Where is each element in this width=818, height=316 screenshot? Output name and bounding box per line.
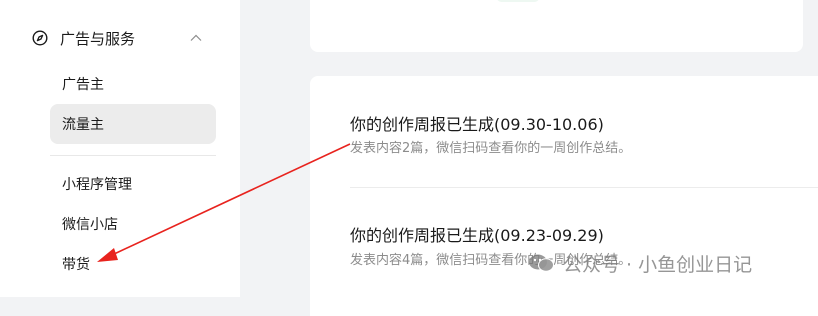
sidebar-item-sell-goods[interactable]: 带货	[50, 244, 216, 284]
wechat-logo-icon	[529, 254, 554, 272]
sidebar-item-advertiser[interactable]: 广告主	[50, 64, 216, 104]
report-title[interactable]: 你的创作周报已生成(09.30-10.06)	[350, 111, 604, 135]
sidebar-divider	[50, 155, 216, 156]
watermark-text: 公众号 · 小鱼创业日记	[563, 253, 753, 276]
sidebar-item-miniprogram[interactable]: 小程序管理	[50, 164, 216, 204]
sidebar-item-publisher[interactable]: 流量主	[50, 104, 216, 144]
report-desc: 发表内容2篇，微信扫码查看你的一周创作总结。	[350, 141, 632, 156]
sidebar-item-wechat-shop[interactable]: 微信小店	[50, 204, 216, 244]
report-title[interactable]: 你的创作周报已生成(09.23-09.29)	[350, 222, 604, 246]
section-header-ads-services[interactable]: 广告与服务	[32, 26, 204, 50]
sidebar: 广告与服务 广告主 流量主 小程序管理 微信小店 带货	[0, 0, 240, 297]
compass-icon	[32, 30, 48, 46]
report-divider	[350, 187, 818, 188]
status-pill	[496, 0, 540, 2]
top-card	[310, 0, 803, 52]
chevron-up-icon[interactable]	[188, 30, 204, 46]
section-title: 广告与服务	[60, 29, 136, 48]
watermark: 公众号 · 小鱼创业日记	[527, 249, 752, 277]
